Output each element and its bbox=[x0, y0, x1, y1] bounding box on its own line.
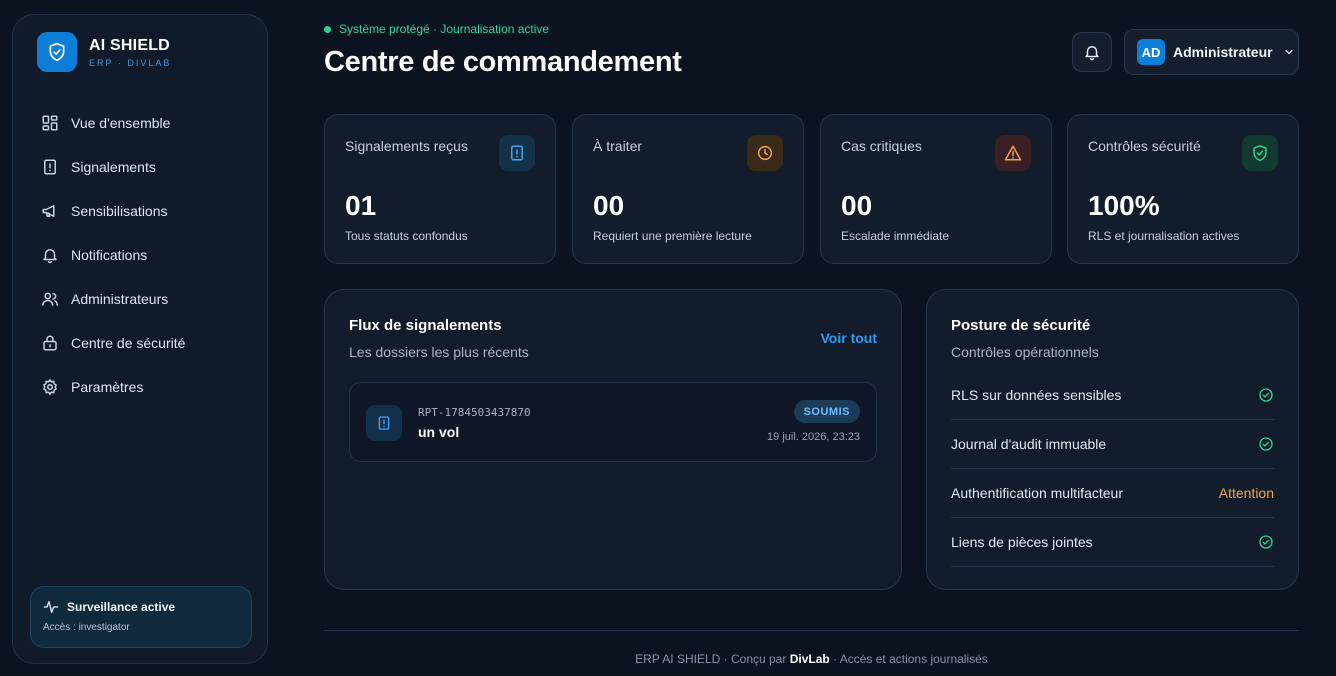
report-date: 19 juil. 2026, 23:23 bbox=[767, 431, 860, 443]
report-id: RPT-1784503437870 bbox=[418, 406, 531, 419]
alert-file-icon bbox=[41, 158, 59, 176]
stat-card-critical: Cas critiques 00 Escalade immédiate bbox=[820, 114, 1052, 264]
notifications-button[interactable] bbox=[1072, 32, 1112, 72]
stat-label: À traiter bbox=[593, 138, 643, 154]
status-text: Système protégé · Journalisation active bbox=[339, 22, 550, 36]
list-item: Authentification multifacteur Attention bbox=[951, 469, 1274, 518]
sidebar-item-notifications[interactable]: Notifications bbox=[29, 233, 253, 277]
system-status: Système protégé · Journalisation active bbox=[324, 22, 549, 36]
list-item: Liens de pièces jointes bbox=[951, 518, 1274, 567]
attention-status: Attention bbox=[1218, 485, 1274, 501]
see-all-link[interactable]: Voir tout bbox=[820, 330, 877, 346]
list-item: Journal d'audit immuable bbox=[951, 420, 1274, 469]
bell-icon bbox=[41, 246, 59, 264]
chevron-down-icon bbox=[1283, 46, 1295, 58]
sidebar-item-awareness[interactable]: Sensibilisations bbox=[29, 189, 253, 233]
stat-card-security: Contrôles sécurité 100% RLS et journalis… bbox=[1067, 114, 1299, 264]
sidebar-nav: Vue d'ensemble Signalements Sensibilisat… bbox=[29, 101, 253, 409]
brand-title: AI SHIELD bbox=[89, 37, 170, 54]
sidebar-item-admins[interactable]: Administrateurs bbox=[29, 277, 253, 321]
shield-logo-icon bbox=[37, 32, 77, 72]
panel-subtitle: Contrôles opérationnels bbox=[951, 344, 1099, 360]
list-item: RLS sur données sensibles bbox=[951, 371, 1274, 420]
check-label: RLS sur données sensibles bbox=[951, 387, 1122, 403]
check-circle-icon bbox=[1258, 387, 1274, 403]
sidebar-item-reports[interactable]: Signalements bbox=[29, 145, 253, 189]
footer-divider bbox=[324, 630, 1299, 631]
gear-icon bbox=[41, 378, 59, 396]
report-list-item[interactable]: RPT-1784503437870 un vol SOUMIS 19 juil.… bbox=[349, 382, 877, 462]
warning-icon bbox=[995, 135, 1031, 171]
panel-title: Posture de sécurité bbox=[951, 317, 1091, 334]
footer-text: ERP AI SHIELD · Conçu par bbox=[635, 652, 787, 666]
brand[interactable]: AI SHIELD ERP · DIVLAB bbox=[37, 32, 171, 72]
bell-icon bbox=[1083, 43, 1101, 61]
check-circle-icon bbox=[1258, 534, 1274, 550]
surveillance-access: Accès : investigator bbox=[43, 622, 130, 633]
lock-icon bbox=[41, 334, 59, 352]
status-dot bbox=[324, 25, 331, 33]
stat-label: Contrôles sécurité bbox=[1088, 138, 1201, 154]
stat-card-pending: À traiter 00 Requiert une première lectu… bbox=[572, 114, 804, 264]
stat-label: Signalements reçus bbox=[345, 138, 468, 154]
sidebar-item-security[interactable]: Centre de sécurité bbox=[29, 321, 253, 365]
sidebar-item-label: Sensibilisations bbox=[71, 203, 168, 219]
panel-subtitle: Les dossiers les plus récents bbox=[349, 344, 529, 360]
clock-icon bbox=[747, 135, 783, 171]
page-title: Centre de commandement bbox=[324, 46, 682, 78]
megaphone-icon bbox=[41, 202, 59, 220]
stat-value: 00 bbox=[593, 190, 625, 221]
alert-file-icon bbox=[499, 135, 535, 171]
stat-note: Escalade immédiate bbox=[841, 229, 950, 243]
reports-feed-panel: Flux de signalements Les dossiers les pl… bbox=[324, 289, 902, 590]
sidebar-item-label: Notifications bbox=[71, 247, 148, 263]
status-badge: SOUMIS bbox=[793, 400, 860, 423]
footer: ERP AI SHIELD · Conçu par DivLab · Accès… bbox=[324, 652, 1299, 666]
sidebar-item-label: Administrateurs bbox=[71, 291, 169, 307]
stat-value: 00 bbox=[841, 190, 873, 221]
avatar: AD bbox=[1137, 39, 1165, 65]
user-menu-button[interactable]: AD Administrateur bbox=[1124, 29, 1299, 75]
panel-title: Flux de signalements bbox=[349, 317, 502, 334]
sidebar-item-label: Vue d'ensemble bbox=[71, 115, 171, 131]
alert-file-icon bbox=[366, 405, 402, 441]
check-label: Authentification multifacteur bbox=[951, 485, 1123, 501]
stat-note: RLS et journalisation actives bbox=[1088, 229, 1240, 243]
sidebar-item-overview[interactable]: Vue d'ensemble bbox=[29, 101, 253, 145]
stat-label: Cas critiques bbox=[841, 138, 922, 154]
stat-note: Requiert une première lecture bbox=[593, 229, 752, 243]
stat-card-reports: Signalements reçus 01 Tous statuts confo… bbox=[324, 114, 556, 264]
stat-note: Tous statuts confondus bbox=[345, 229, 468, 243]
activity-icon bbox=[43, 599, 59, 615]
report-title: un vol bbox=[418, 424, 460, 440]
sidebar-item-label: Signalements bbox=[71, 159, 156, 175]
sidebar-item-settings[interactable]: Paramètres bbox=[29, 365, 253, 409]
users-icon bbox=[41, 290, 59, 308]
grid-icon bbox=[41, 114, 59, 132]
brand-subtitle: ERP · DIVLAB bbox=[89, 58, 172, 68]
sidebar-item-label: Centre de sécurité bbox=[71, 335, 186, 351]
shield-icon bbox=[1242, 135, 1278, 171]
surveillance-title: Surveillance active bbox=[67, 600, 176, 614]
check-label: Liens de pièces jointes bbox=[951, 534, 1093, 550]
sidebar: AI SHIELD ERP · DIVLAB Vue d'ensemble Si… bbox=[12, 14, 268, 664]
footer-note: · Accès et actions journalisés bbox=[833, 652, 988, 666]
footer-brand: DivLab bbox=[789, 652, 830, 666]
check-label: Journal d'audit immuable bbox=[951, 436, 1107, 452]
stat-value: 01 bbox=[345, 190, 377, 221]
stat-value: 100% bbox=[1088, 190, 1160, 221]
surveillance-status-card: Surveillance active Accès : investigator bbox=[30, 586, 252, 648]
sidebar-item-label: Paramètres bbox=[71, 379, 144, 395]
security-posture-panel: Posture de sécurité Contrôles opérationn… bbox=[926, 289, 1299, 590]
user-name: Administrateur bbox=[1173, 44, 1273, 60]
check-circle-icon bbox=[1258, 436, 1274, 452]
security-checks-list: RLS sur données sensibles Journal d'audi… bbox=[951, 371, 1274, 567]
